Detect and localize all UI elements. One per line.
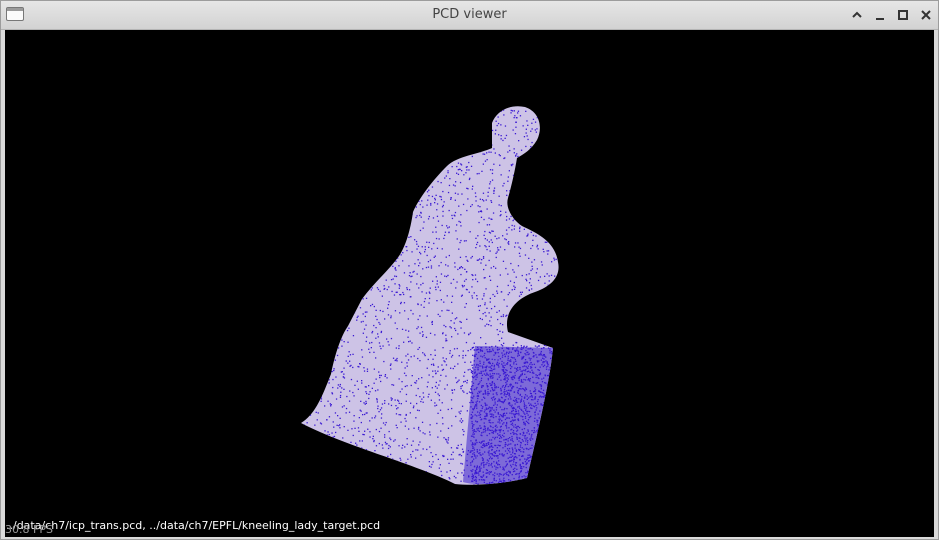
window-title: PCD viewer [432, 7, 507, 22]
close-button[interactable] [917, 6, 935, 24]
close-icon [921, 10, 931, 20]
fps-counter: 30.8 FPS [5, 523, 53, 536]
minimize-icon [876, 18, 884, 20]
shade-button[interactable] [848, 6, 866, 24]
chevron-up-icon [852, 11, 862, 18]
title-bar[interactable]: PCD viewer [1, 1, 938, 30]
point-cloud-viewport[interactable]: ../data/ch7/icp_trans.pcd, ../data/ch7/E… [5, 30, 934, 537]
pcd-viewer-window: PCD viewer ../data/ch7/icp_trans.pcd, ..… [0, 0, 939, 540]
maximize-icon [898, 10, 908, 20]
minimize-button[interactable] [871, 6, 889, 24]
maximize-button[interactable] [894, 6, 912, 24]
point-cloud-render [301, 106, 559, 485]
status-text: ../data/ch7/icp_trans.pcd, ../data/ch7/E… [6, 519, 381, 532]
